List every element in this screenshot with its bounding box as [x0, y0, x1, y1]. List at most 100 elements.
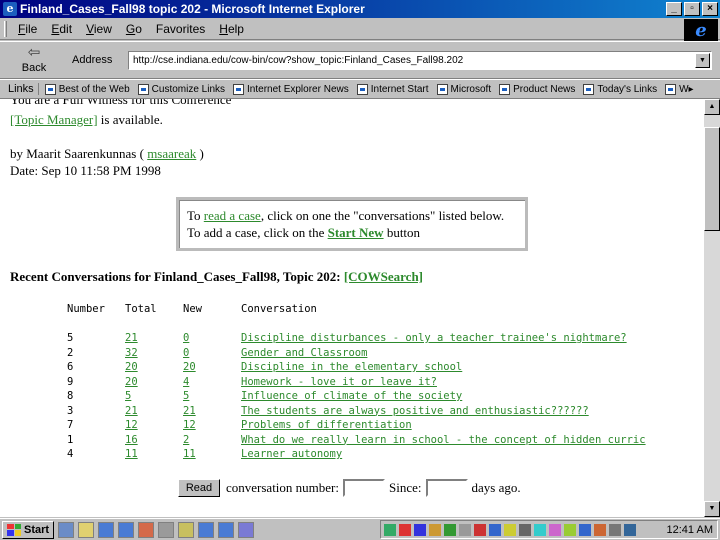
since-input[interactable]	[425, 479, 468, 497]
row-number: 6	[67, 361, 74, 373]
tray-icon[interactable]	[609, 523, 621, 536]
row-number: 7	[67, 419, 74, 431]
row-conversation-link[interactable]: Discipline disturbances - only a teacher…	[241, 332, 627, 344]
menu-view[interactable]: View	[79, 22, 119, 36]
row-conversation-link[interactable]: Learner autonomy	[241, 448, 342, 460]
row-new-link[interactable]: 12	[183, 419, 196, 431]
cowsearch-link[interactable]: [COWSearch]	[344, 269, 423, 284]
tray-icon[interactable]	[474, 523, 486, 536]
back-button[interactable]: ⇦ Back	[16, 44, 52, 78]
author-user-link[interactable]: msaareak	[147, 146, 196, 161]
row-conversation-link[interactable]: What do we really learn in school - the …	[241, 434, 646, 446]
tray-icon[interactable]	[564, 523, 576, 536]
row-new-link[interactable]: 11	[183, 448, 196, 460]
tray-icon[interactable]	[429, 523, 441, 536]
row-conversation-link[interactable]: Influence of climate of the society	[241, 390, 462, 402]
link-todays-links[interactable]: Today's Links	[579, 83, 661, 95]
close-button[interactable]: ×	[702, 2, 718, 16]
row-new-link[interactable]: 21	[183, 405, 196, 417]
ie-taskbar-icon[interactable]	[118, 521, 135, 538]
page-content: You are a Full Witness for this Conferen…	[0, 99, 704, 517]
row-conversation-link[interactable]: The students are always positive and ent…	[241, 405, 589, 417]
read-button[interactable]: Read	[178, 479, 220, 497]
scroll-thumb[interactable]	[704, 127, 720, 231]
link-more[interactable]: W ▸	[661, 83, 697, 95]
row-total-link[interactable]: 16	[125, 434, 138, 446]
ie-throbber-logo: e	[684, 19, 718, 41]
scroll-down-icon[interactable]: ▼	[704, 501, 720, 517]
tray-icon[interactable]	[624, 523, 636, 536]
tray-icon[interactable]	[459, 523, 471, 536]
menu-go[interactable]: Go	[119, 22, 149, 36]
row-total-link[interactable]: 20	[125, 376, 138, 388]
row-number: 1	[67, 433, 74, 446]
tray-icon[interactable]	[399, 523, 411, 536]
conversation-number-input[interactable]	[343, 479, 385, 497]
row-conversation-link[interactable]: Homework - love it or leave it?	[241, 376, 437, 388]
ie-taskbar-icon[interactable]	[198, 521, 215, 538]
address-dropdown-icon[interactable]: ▼	[695, 53, 710, 68]
row-new-link[interactable]: 0	[183, 347, 189, 359]
row-new-link[interactable]: 20	[183, 361, 196, 373]
start-button[interactable]: Start	[2, 520, 55, 539]
start-new-link[interactable]: Start New	[328, 225, 384, 240]
ie-taskbar-icon[interactable]	[98, 521, 115, 538]
row-conversation-link[interactable]: Gender and Classroom	[241, 347, 367, 359]
menu-help[interactable]: Help	[212, 22, 251, 36]
link-best-of-web[interactable]: Best of the Web	[41, 83, 134, 95]
row-new-link[interactable]: 4	[183, 376, 189, 388]
conversation-number-label: conversation number:	[226, 480, 339, 495]
topic-manager-link[interactable]: [Topic Manager]	[10, 112, 98, 127]
row-total-link[interactable]: 5	[125, 390, 131, 402]
tray-icon[interactable]	[504, 523, 516, 536]
window-title: Finland_Cases_Fall98 topic 202 - Microso…	[20, 2, 365, 16]
quicklaunch-icon[interactable]	[78, 521, 95, 538]
scroll-up-icon[interactable]: ▲	[704, 99, 720, 115]
tray-icon[interactable]	[384, 523, 396, 536]
tray-icon[interactable]	[594, 523, 606, 536]
read-case-link[interactable]: read a case	[204, 208, 261, 223]
tray-icon[interactable]	[444, 523, 456, 536]
row-total-link[interactable]: 32	[125, 347, 138, 359]
quicklaunch-icon[interactable]	[58, 521, 75, 538]
row-conversation-link[interactable]: Problems of differentiation	[241, 419, 412, 431]
taskbar-clock[interactable]: 12:41 AM	[667, 524, 713, 536]
row-conversation-link[interactable]: Discipline in the elementary school	[241, 361, 462, 373]
menu-file[interactable]: File	[11, 22, 44, 36]
row-new-link[interactable]: 2	[183, 434, 189, 446]
ie-taskbar-icon[interactable]	[218, 521, 235, 538]
menu-edit[interactable]: Edit	[44, 22, 79, 36]
tray-icon[interactable]	[489, 523, 501, 536]
recent-conversations-heading: Recent Conversations for Finland_Cases_F…	[10, 269, 424, 284]
row-new-link[interactable]: 5	[183, 390, 189, 402]
link-customize-links[interactable]: Customize Links	[134, 83, 229, 95]
address-input[interactable]: http://cse.indiana.edu/cow-bin/cow?show_…	[128, 51, 712, 70]
row-total-link[interactable]: 12	[125, 419, 138, 431]
tray-icon[interactable]	[579, 523, 591, 536]
toolbar-grip[interactable]	[4, 20, 7, 37]
menu-favorites[interactable]: Favorites	[149, 22, 212, 36]
tray-icon[interactable]	[534, 523, 546, 536]
minimize-button[interactable]: _	[666, 2, 682, 16]
link-ie-news[interactable]: Internet Explorer News	[229, 83, 353, 95]
link-internet-start[interactable]: Internet Start	[353, 83, 433, 95]
link-microsoft[interactable]: Microsoft	[433, 83, 496, 95]
row-new-link[interactable]: 0	[183, 332, 189, 344]
page-icon	[44, 83, 56, 95]
quicklaunch-icon[interactable]	[238, 521, 255, 538]
row-total-link[interactable]: 20	[125, 361, 138, 373]
row-total-link[interactable]: 21	[125, 332, 138, 344]
maximize-button[interactable]: ▫	[684, 2, 700, 16]
taskbar: Start 12:41 AM	[0, 518, 720, 540]
quicklaunch-icon[interactable]	[138, 521, 155, 538]
row-total-link[interactable]: 11	[125, 448, 138, 460]
vertical-scrollbar[interactable]: ▲ ▼	[704, 99, 720, 517]
ie-window-icon[interactable]: e	[3, 2, 17, 16]
quicklaunch-icon[interactable]	[158, 521, 175, 538]
quicklaunch-icon[interactable]	[178, 521, 195, 538]
tray-icon[interactable]	[549, 523, 561, 536]
tray-icon[interactable]	[519, 523, 531, 536]
row-total-link[interactable]: 21	[125, 405, 138, 417]
link-product-news[interactable]: Product News	[495, 83, 579, 95]
tray-icon[interactable]	[414, 523, 426, 536]
